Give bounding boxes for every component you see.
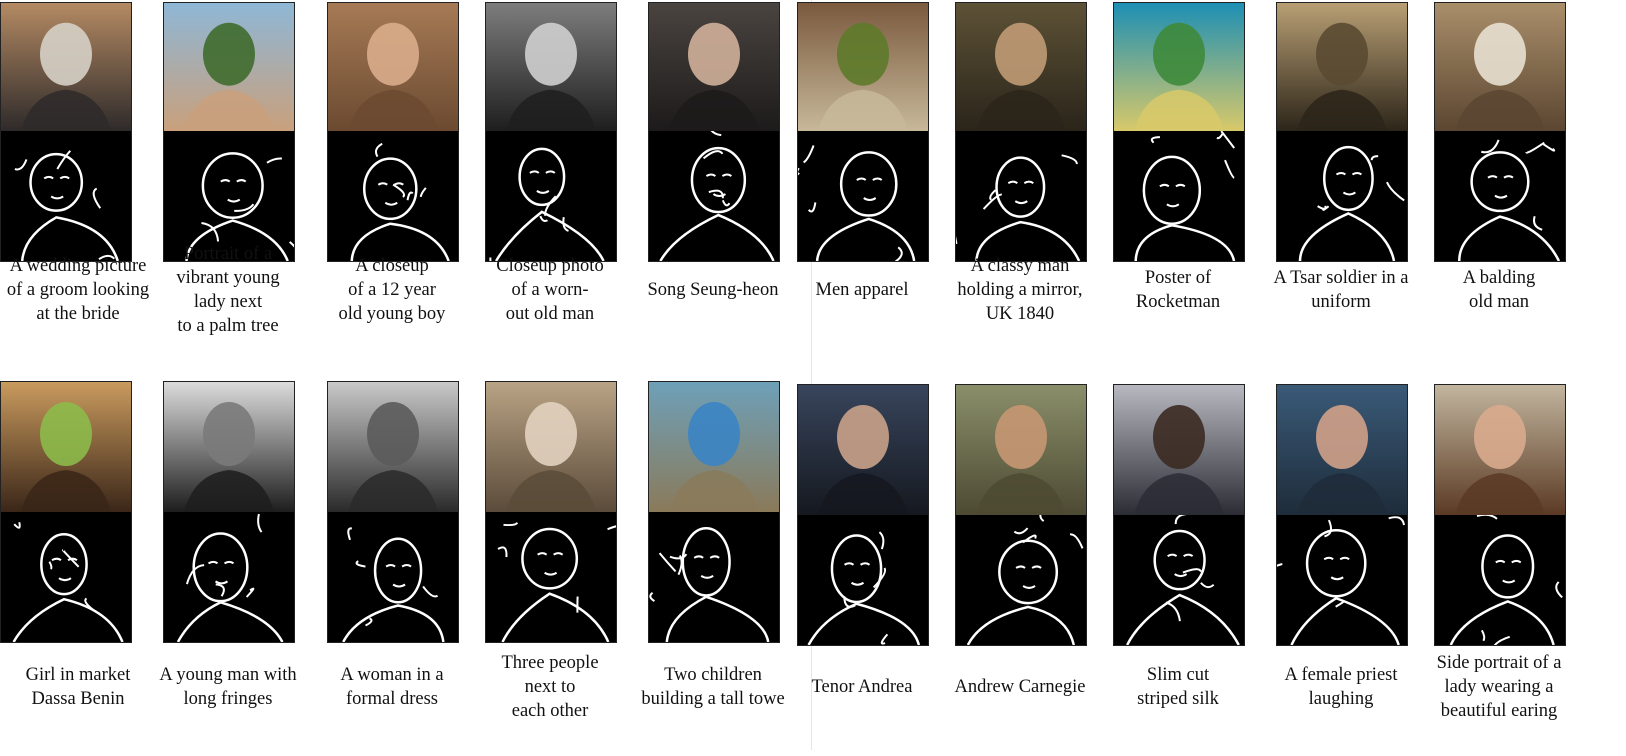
caption-text: A balding old man <box>1462 268 1536 312</box>
source-photo <box>798 3 928 131</box>
edge-sketch <box>798 515 928 645</box>
caption-text: Closeup photo of a worn- out old man <box>496 256 604 324</box>
caption-text: Girl in market Dassa Benin <box>25 665 131 709</box>
source-photo <box>1114 3 1244 131</box>
source-photo <box>956 3 1086 131</box>
caption-text: Slim cut striped silk <box>1137 665 1219 709</box>
source-photo <box>1435 3 1565 131</box>
edge-sketch <box>1277 131 1407 261</box>
edge-sketch <box>486 131 616 261</box>
image-pair <box>1434 384 1566 646</box>
caption-text: A Tsar soldier in a uniform <box>1273 268 1409 312</box>
caption-text: Tenor Andrea <box>811 677 913 697</box>
image-pair <box>1113 2 1245 262</box>
caption-text: A young man with long fringes <box>159 665 297 709</box>
source-photo <box>1 3 131 131</box>
image-pair <box>1113 384 1245 646</box>
image-pair <box>163 381 295 643</box>
edge-sketch <box>1 131 131 261</box>
edge-sketch <box>1114 131 1244 261</box>
edge-sketch <box>956 131 1086 261</box>
edge-sketch <box>486 512 616 642</box>
source-photo <box>1277 3 1407 131</box>
edge-sketch <box>649 512 779 642</box>
image-pair <box>797 384 929 646</box>
image-pair <box>485 2 617 262</box>
caption-text: Portrait of a vibrant young lady next to… <box>176 244 280 336</box>
caption-text: Three people next to each other <box>501 653 599 721</box>
caption-text: Poster of Rocketman <box>1135 268 1221 312</box>
caption-text: Andrew Carnegie <box>954 677 1086 697</box>
source-photo <box>956 385 1086 515</box>
source-photo <box>164 3 294 131</box>
source-photo <box>1 382 131 512</box>
edge-sketch <box>164 512 294 642</box>
edge-sketch <box>1435 131 1565 261</box>
image-pair <box>797 2 929 262</box>
image-pair <box>648 381 780 643</box>
source-photo <box>486 382 616 512</box>
caption-text: Song Seung-heon <box>647 280 779 300</box>
edge-sketch <box>1114 515 1244 645</box>
caption-text: A female priest laughing <box>1284 665 1398 709</box>
caption-text: A closeup of a 12 year old young boy <box>338 256 446 324</box>
source-photo <box>1435 385 1565 515</box>
caption-text: A wedding picture of a groom looking at … <box>6 256 150 324</box>
image-pair <box>1434 2 1566 262</box>
edge-sketch <box>1 512 131 642</box>
source-photo <box>1277 385 1407 515</box>
source-photo <box>649 382 779 512</box>
image-pair <box>648 2 780 262</box>
source-photo <box>486 3 616 131</box>
source-photo <box>164 382 294 512</box>
edge-sketch <box>956 515 1086 645</box>
image-pair <box>1276 2 1408 262</box>
caption-text: A classy man holding a mirror, UK 1840 <box>957 256 1083 324</box>
source-photo <box>1114 385 1244 515</box>
edge-sketch <box>649 131 779 261</box>
edge-sketch <box>798 131 928 261</box>
source-photo <box>328 3 458 131</box>
edge-sketch <box>328 131 458 261</box>
image-pair <box>0 381 132 643</box>
image-pair <box>485 381 617 643</box>
caption-text: A woman in a formal dress <box>340 665 444 709</box>
image-pair <box>0 2 132 262</box>
source-photo <box>649 3 779 131</box>
image-pair <box>955 2 1087 262</box>
caption-text: Men apparel <box>815 280 909 300</box>
caption-text: Two children building a tall towe <box>641 665 785 709</box>
image-pair <box>327 381 459 643</box>
source-photo <box>798 385 928 515</box>
edge-sketch <box>328 512 458 642</box>
image-pair <box>955 384 1087 646</box>
source-photo <box>328 382 458 512</box>
caption-text: Side portrait of a lady wearing a beauti… <box>1436 653 1562 721</box>
image-pair <box>1276 384 1408 646</box>
image-pair <box>327 2 459 262</box>
edge-sketch <box>1435 515 1565 645</box>
edge-sketch <box>1277 515 1407 645</box>
image-pair <box>163 2 295 262</box>
